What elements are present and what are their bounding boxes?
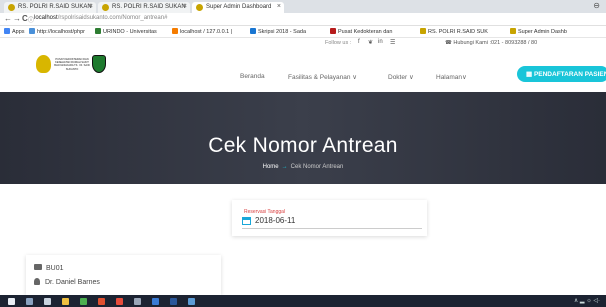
forward-icon[interactable]: → bbox=[13, 14, 21, 23]
bookmark-item[interactable]: http://localhost/phpr bbox=[29, 28, 85, 35]
bookmark-icon bbox=[250, 28, 256, 34]
system-tray[interactable]: ∧ ▂ ☼ ◁· bbox=[574, 297, 600, 304]
linkedin-icon[interactable]: in bbox=[378, 39, 383, 45]
doctor-code: BU01 bbox=[46, 265, 64, 272]
browser-tab-2[interactable]: RS. POLRI R.SAID SUKAN × bbox=[98, 2, 190, 13]
os-taskbar: ∧ ▂ ☼ ◁· bbox=[0, 295, 606, 307]
tab-label: RS. POLRI R.SAID SUKAN bbox=[112, 4, 186, 10]
input-underline bbox=[242, 228, 422, 229]
address-bar: ← → C ⓘ localhost/rspolrisaidsukanto.com… bbox=[0, 13, 606, 26]
facebook-icon[interactable]: f bbox=[358, 39, 360, 45]
police-emblem-icon bbox=[36, 55, 51, 73]
browser-tab-3[interactable]: Super Admin Dashboard × bbox=[192, 2, 284, 13]
hotline-text: ☎ Hubungi Kami :021 - 8093288 / 80 bbox=[445, 40, 538, 46]
app-icon[interactable] bbox=[152, 298, 159, 305]
site-navbar: PUSAT KEDOKTERAN DAN KESEHATAN RUMAH SAK… bbox=[0, 50, 606, 92]
calendar-icon[interactable] bbox=[242, 217, 251, 225]
doctor-name-row: Dr. Daniel Barnes bbox=[34, 278, 100, 286]
menu-dokter[interactable]: Dokter ∨ bbox=[388, 73, 414, 81]
windows-start-icon[interactable] bbox=[8, 298, 15, 305]
bookmark-apps[interactable]: Apps bbox=[4, 28, 25, 35]
bookmarks-bar: Apps http://localhost/phpr URINDO - Univ… bbox=[0, 26, 606, 38]
tab-label: RS. POLRI R.SAID SUKAN bbox=[18, 4, 92, 10]
search-icon[interactable] bbox=[26, 298, 33, 305]
hero-banner: Cek Nomor Antrean Home → Cek Nomor Antrean bbox=[0, 92, 606, 184]
doctor-code-row: BU01 bbox=[34, 264, 64, 272]
url-input[interactable]: localhost/rspolrisaidsukanto.com/Nomor_a… bbox=[34, 15, 167, 21]
url-host: localhost bbox=[34, 15, 58, 21]
doctor-card: BU01 Dr. Daniel Barnes bbox=[26, 255, 221, 295]
breadcrumb: Home → Cek Nomor Antrean bbox=[0, 164, 606, 170]
user-icon bbox=[34, 278, 40, 285]
breadcrumb-home[interactable]: Home bbox=[263, 164, 279, 170]
breadcrumb-current: Cek Nomor Antrean bbox=[290, 164, 344, 170]
twitter-icon[interactable]: ❦ bbox=[368, 39, 373, 46]
logo-text: PUSAT KEDOKTERAN DAN KESEHATAN RUMAH SAK… bbox=[54, 58, 90, 71]
bookmark-icon bbox=[510, 28, 516, 34]
instagram-icon[interactable]: ☰ bbox=[390, 39, 395, 46]
top-info-bar: Follow us : f ❦ in ☰ ☎ Hubungi Kami :021… bbox=[0, 38, 606, 50]
close-icon[interactable]: × bbox=[277, 3, 281, 10]
bookmark-item[interactable]: Skripsi 2018 - Sada bbox=[250, 28, 306, 35]
apps-icon bbox=[4, 28, 10, 34]
reload-icon[interactable]: C bbox=[22, 14, 28, 23]
close-icon[interactable]: × bbox=[183, 3, 187, 10]
tab-label: Super Admin Dashboard bbox=[206, 4, 272, 10]
close-icon[interactable]: × bbox=[89, 3, 93, 10]
bookmark-item[interactable]: Pusat Kedokteran dan bbox=[330, 28, 392, 35]
bookmark-item[interactable]: Super Admin Dashb bbox=[510, 28, 567, 35]
browser-tab-bar: RS. POLRI R.SAID SUKAN × RS. POLRI R.SAI… bbox=[0, 0, 606, 13]
bookmark-icon bbox=[330, 28, 336, 34]
favicon-icon bbox=[8, 4, 15, 11]
hospital-emblem-icon bbox=[92, 55, 106, 73]
reservation-date-input[interactable]: 2018-06-11 bbox=[255, 216, 295, 225]
app-icon[interactable] bbox=[116, 298, 123, 305]
menu-halaman[interactable]: Halaman∨ bbox=[436, 73, 467, 81]
url-path: /rspolrisaidsukanto.com/Nomor_antrean# bbox=[57, 15, 168, 21]
doctor-name: Dr. Daniel Barnes bbox=[45, 279, 100, 286]
bookmark-item[interactable]: localhost / 127.0.0.1 | bbox=[172, 28, 232, 35]
site-logo[interactable]: PUSAT KEDOKTERAN DAN KESEHATAN RUMAH SAK… bbox=[36, 55, 106, 75]
browser-tab-1[interactable]: RS. POLRI R.SAID SUKAN × bbox=[4, 2, 96, 13]
page-title: Cek Nomor Antrean bbox=[208, 134, 398, 157]
file-explorer-icon[interactable] bbox=[62, 298, 69, 305]
app-icon[interactable] bbox=[134, 298, 141, 305]
back-icon[interactable]: ← bbox=[4, 14, 12, 23]
app-icon[interactable] bbox=[98, 298, 105, 305]
menu-beranda[interactable]: Beranda bbox=[240, 73, 265, 80]
task-view-icon[interactable] bbox=[44, 298, 51, 305]
word-icon[interactable] bbox=[170, 298, 177, 305]
id-card-icon bbox=[34, 264, 42, 270]
favicon-icon bbox=[196, 4, 203, 11]
app-icon[interactable] bbox=[188, 298, 195, 305]
register-patient-button[interactable]: ▦ PENDAFTARAN PASIEN bbox=[517, 66, 606, 82]
bookmark-icon bbox=[29, 28, 35, 34]
reservation-date-card: Reservasi Tanggal 2018-06-11 bbox=[232, 200, 427, 236]
bookmark-icon bbox=[420, 28, 426, 34]
menu-fasilitas[interactable]: Fasilitas & Pelayanan ∨ bbox=[288, 73, 357, 81]
reservation-date-label: Reservasi Tanggal bbox=[244, 209, 286, 215]
bookmark-icon bbox=[172, 28, 178, 34]
favicon-icon bbox=[102, 4, 109, 11]
bookmark-item[interactable]: URINDO - Universitas bbox=[95, 28, 157, 35]
breadcrumb-separator: → bbox=[281, 164, 288, 170]
follow-label: Follow us : bbox=[325, 40, 352, 46]
profile-icon[interactable]: ⊖ bbox=[593, 1, 600, 10]
bookmark-item[interactable]: RS. POLRI R.SAID SUK bbox=[420, 28, 488, 35]
chrome-icon[interactable] bbox=[80, 298, 87, 305]
bookmark-icon bbox=[95, 28, 101, 34]
